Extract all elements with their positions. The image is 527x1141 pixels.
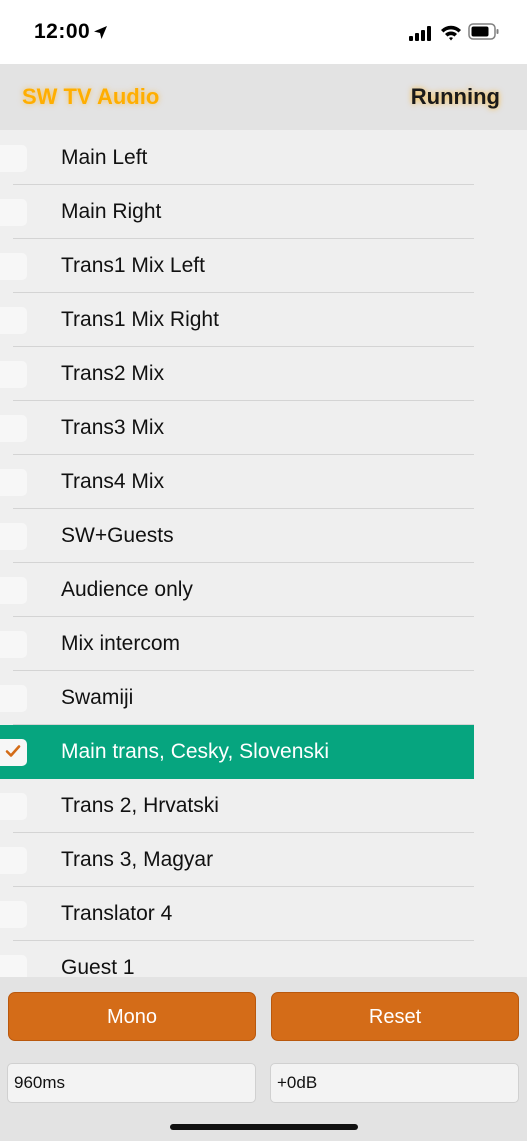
channel-checkbox[interactable] [0, 631, 27, 658]
channel-row[interactable]: Translator 4 [0, 887, 474, 941]
channel-label: Trans1 Mix Right [61, 308, 219, 331]
channel-label: Guest 1 [61, 956, 135, 977]
channel-row[interactable]: Main Right [0, 185, 474, 239]
channel-row[interactable]: Trans1 Mix Right [0, 293, 474, 347]
channel-checkbox[interactable] [0, 685, 27, 712]
reset-button[interactable]: Reset [271, 992, 519, 1041]
channel-row[interactable]: SW+Guests [0, 509, 474, 563]
mono-button[interactable]: Mono [8, 992, 256, 1041]
channel-label: Trans 2, Hrvatski [61, 794, 219, 817]
channel-label: Trans2 Mix [61, 362, 165, 385]
channel-checkbox[interactable] [0, 523, 27, 550]
channel-row[interactable]: Guest 1 [0, 941, 474, 977]
channel-checkbox[interactable] [0, 739, 27, 766]
channel-label: SW+Guests [61, 524, 174, 547]
channel-label: Main trans, Cesky, Slovenski [61, 740, 330, 763]
channel-row[interactable]: Main trans, Cesky, Slovenski [0, 725, 474, 779]
cellular-signal-icon [409, 26, 431, 41]
channel-row[interactable]: Mix intercom [0, 617, 474, 671]
gain-field[interactable]: +0dB [270, 1063, 519, 1103]
channel-label: Translator 4 [61, 902, 173, 925]
channel-row[interactable]: Trans2 Mix [0, 347, 474, 401]
channel-list[interactable]: Main Left Main Right Trans1 Mix Left Trans1… [0, 130, 527, 977]
delay-field[interactable]: 960ms [7, 1063, 256, 1103]
checkmark-icon [5, 745, 21, 757]
channel-label: Swamiji [61, 686, 134, 709]
channel-label: Trans3 Mix [61, 416, 165, 439]
wifi-icon [441, 25, 461, 41]
channel-checkbox[interactable] [0, 361, 27, 388]
channel-label: Trans1 Mix Left [61, 254, 205, 277]
channel-checkbox[interactable] [0, 955, 27, 977]
channel-label: Trans 3, Magyar [61, 848, 214, 871]
app-title: SW TV Audio [22, 84, 160, 109]
channel-label: Audience only [61, 578, 193, 601]
home-indicator[interactable] [170, 1124, 358, 1130]
channel-label: Main Left [61, 146, 148, 169]
channel-row[interactable]: Trans 2, Hrvatski [0, 779, 474, 833]
channel-label: Main Right [61, 200, 162, 223]
channel-row[interactable]: Swamiji [0, 671, 474, 725]
channel-label: Mix intercom [61, 632, 181, 655]
status-bar: 12:00 [0, 0, 527, 64]
channel-row[interactable]: Main Left [0, 131, 474, 185]
channel-checkbox[interactable] [0, 793, 27, 820]
battery-icon [468, 23, 499, 40]
channel-checkbox[interactable] [0, 145, 27, 172]
channel-row[interactable]: Trans 3, Magyar [0, 833, 474, 887]
channel-row[interactable]: Audience only [0, 563, 474, 617]
channel-checkbox[interactable] [0, 415, 27, 442]
channel-row[interactable]: Trans1 Mix Left [0, 239, 474, 293]
channel-checkbox[interactable] [0, 469, 27, 496]
channel-row[interactable]: Trans3 Mix [0, 401, 474, 455]
channel-row[interactable]: Trans4 Mix [0, 455, 474, 509]
connection-status: Running [410, 84, 500, 109]
channel-checkbox[interactable] [0, 253, 27, 280]
status-time: 12:00 [34, 20, 91, 43]
location-arrow-icon [94, 26, 107, 39]
channel-checkbox[interactable] [0, 847, 27, 874]
channel-label: Trans4 Mix [61, 470, 165, 493]
channel-checkbox[interactable] [0, 577, 27, 604]
channel-checkbox[interactable] [0, 307, 27, 334]
channel-checkbox[interactable] [0, 901, 27, 928]
channel-checkbox[interactable] [0, 199, 27, 226]
